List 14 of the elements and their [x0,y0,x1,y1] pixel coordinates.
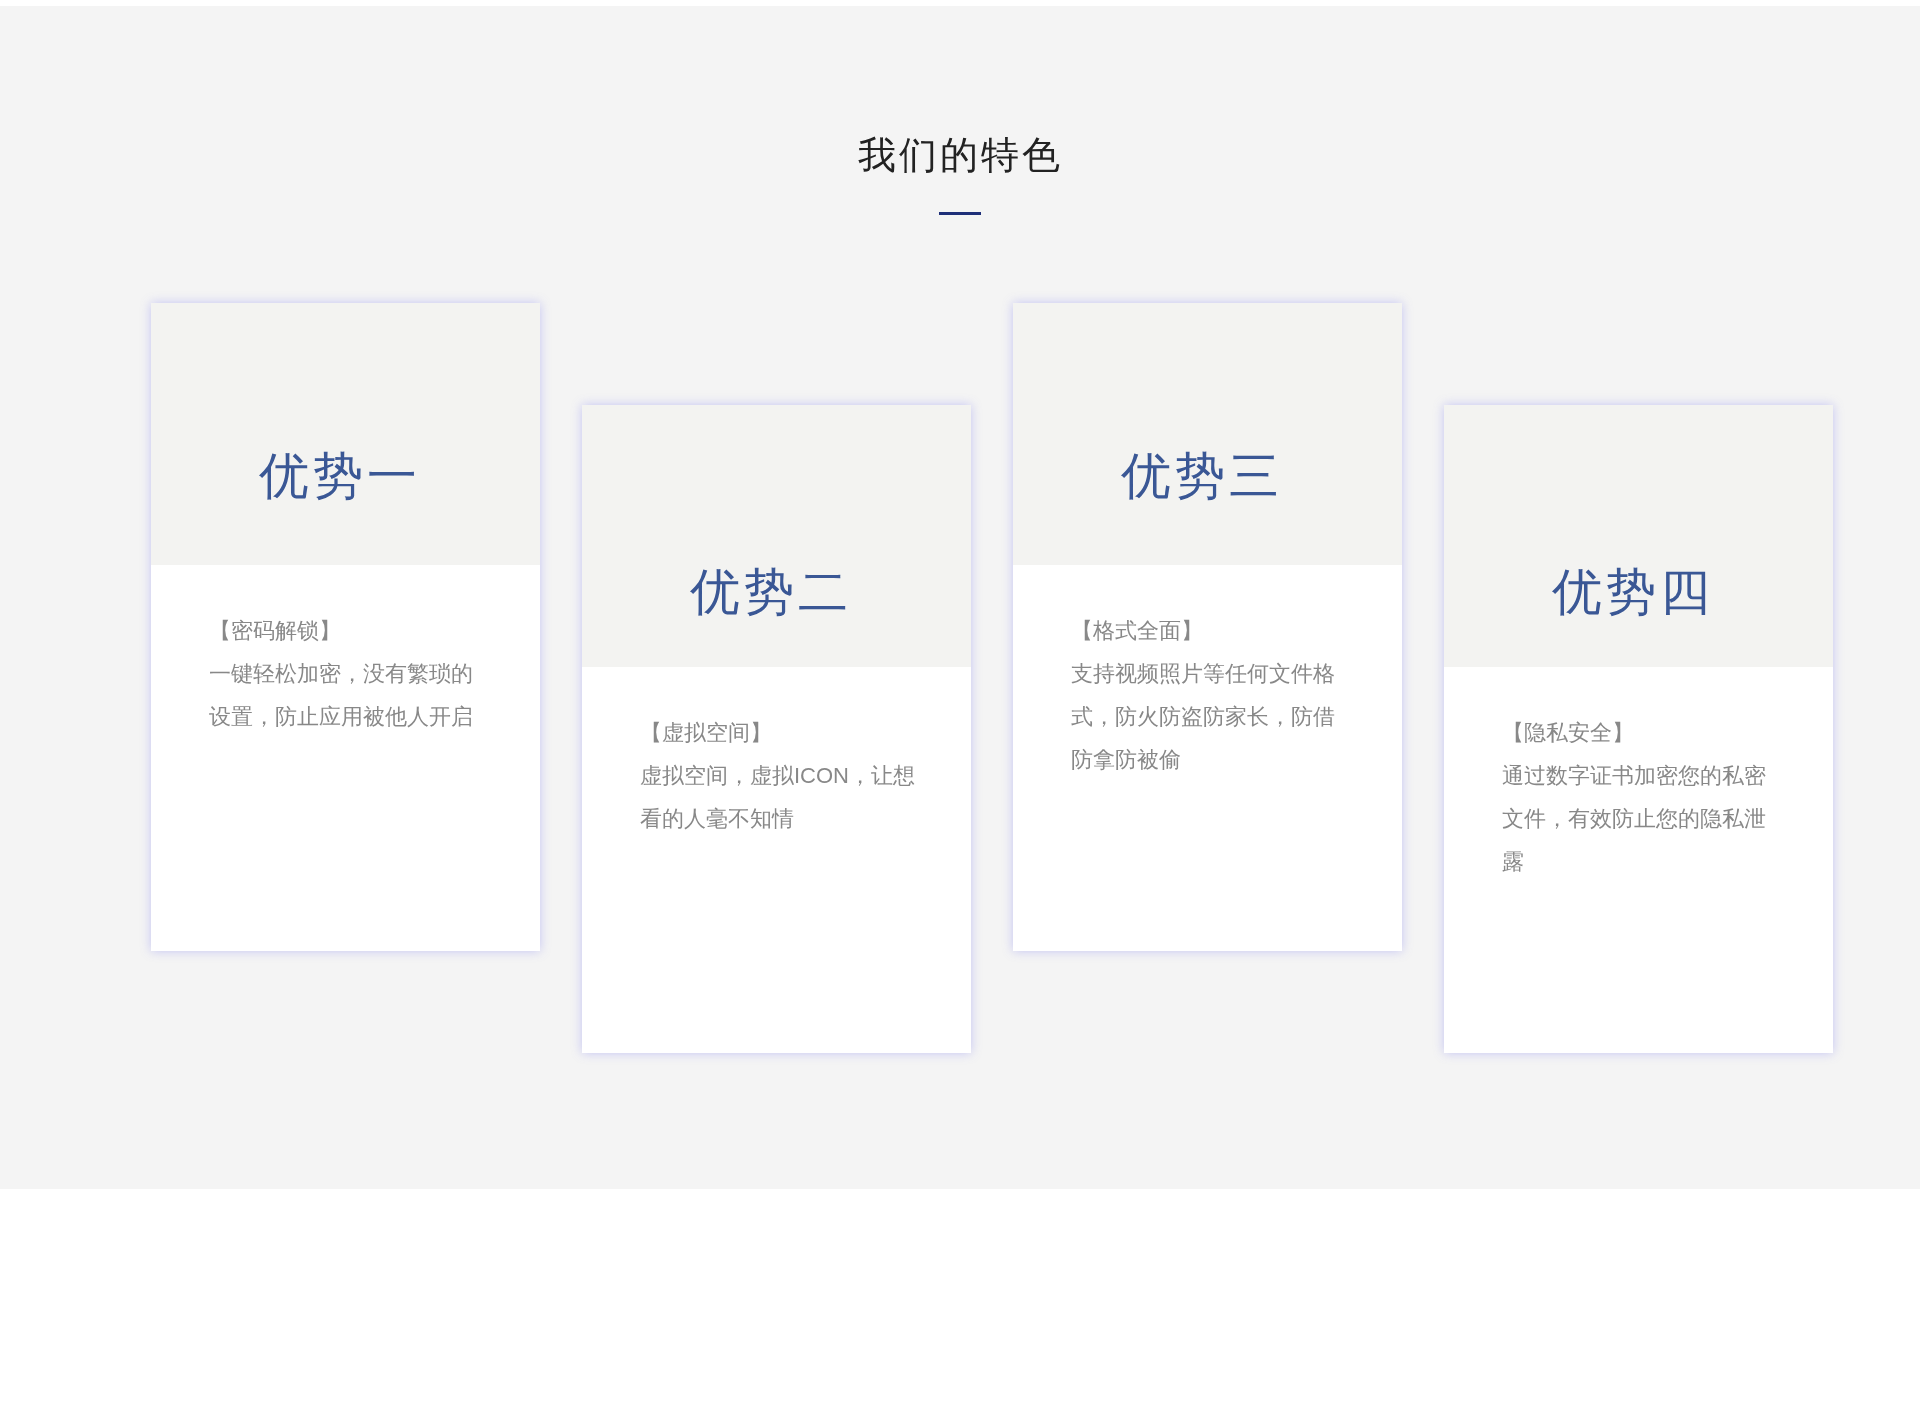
card-tag: 【隐私安全】 [1502,711,1794,754]
card-tag: 【虚拟空间】 [640,711,932,754]
card-text: 通过数字证书加密您的私密文件，有效防止您的隐私泄露 [1502,762,1767,876]
title-underline [939,212,981,215]
card-heading: 优势一 [259,447,422,506]
card-heading: 优势二 [690,563,853,622]
card-heading: 优势四 [1552,563,1715,622]
card-text: 支持视频照片等任何文件格式，防火防盗防家长，防借防拿防被偷 [1071,660,1336,774]
card-text: 虚拟空间，虚拟ICON，让想看的人毫不知情 [640,762,916,833]
card-heading: 优势三 [1121,447,1284,506]
card-tag: 【格式全面】 [1071,609,1363,652]
card-text: 一键轻松加密，没有繁琐的设置，防止应用被他人开启 [209,660,474,731]
section-title: 我们的特色 [857,133,1063,178]
card-tag: 【密码解锁】 [209,609,501,652]
